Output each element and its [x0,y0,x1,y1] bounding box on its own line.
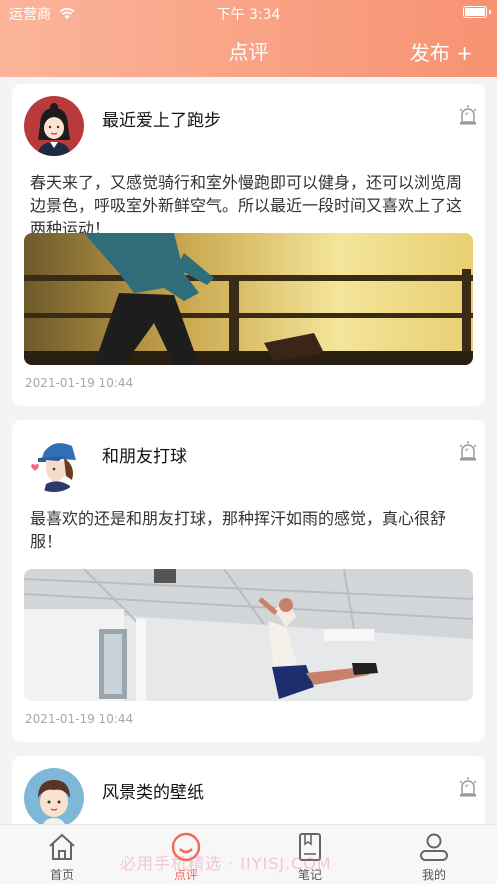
post-body: 春天来了，又感觉骑行和室外慢跑即可以健身，还可以浏览周边景色，呼吸室外新鲜空气。… [30,173,463,238]
post-date: 2021-01-19 10:44 [25,376,134,390]
tab-home-label: 首页 [49,868,74,882]
tab-profile-label: 我的 [421,868,446,882]
report-bell-icon[interactable] [457,440,479,462]
report-bell-icon[interactable] [457,776,479,798]
avatar-cap-girl-illustration [31,443,76,492]
avatar-boy-illustration [38,780,70,828]
status-time: 下午 3:34 [216,7,281,23]
watermark: 必用手机精选 · IIYISJ.COM [120,854,332,873]
post-body: 最喜欢的还是和朋友打球，那种挥汗如雨的感觉，真心很舒服！ [30,509,447,551]
post-photo-basketball[interactable] [24,569,473,701]
home-icon [49,833,75,860]
tab-profile[interactable]: 我的 [372,825,496,884]
basketball-photo-illustration [24,569,473,701]
avatar-girl-illustration [38,103,70,156]
avatar [24,96,84,156]
post-card[interactable]: 和朋友打球 最喜欢的还是和朋友打球，那种挥汗如雨的感觉，真心很舒服！ 2021-… [12,420,485,742]
navigation-header: 运营商 下午 3:34 点评 发布 + [0,0,497,77]
profile-icon [420,833,448,861]
post-photo-running[interactable] [24,233,473,365]
post-date: 2021-01-19 10:44 [25,712,134,726]
post-title: 最近爱上了跑步 [102,111,221,131]
status-bar: 运营商 下午 3:34 [0,0,497,24]
battery-tip [489,10,491,14]
post-title: 风景类的壁纸 [102,783,204,803]
avatar [24,768,84,828]
report-bell-icon[interactable] [457,104,479,126]
publish-button[interactable]: 发布 + [410,37,473,66]
avatar [24,432,84,492]
post-card[interactable]: 最近爱上了跑步 春天来了，又感觉骑行和室外慢跑即可以健身，还可以浏览周边景色，呼… [12,84,485,406]
running-photo-illustration [24,233,473,365]
post-title: 和朋友打球 [102,447,187,467]
tab-home[interactable]: 首页 [0,825,124,884]
battery-icon [463,6,487,18]
